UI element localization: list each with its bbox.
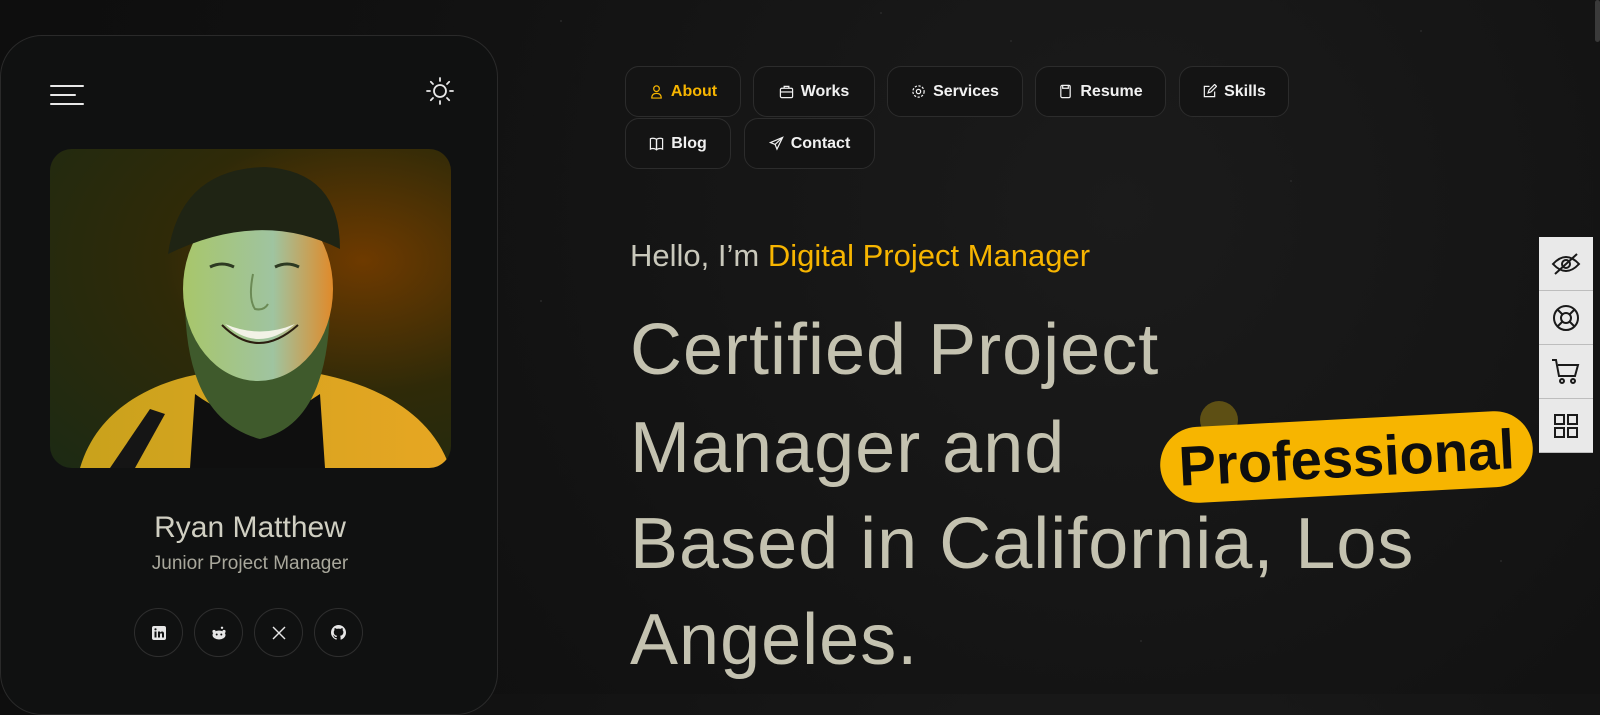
nav-works[interactable]: Works (753, 66, 875, 117)
briefcase-icon (779, 85, 793, 99)
hero-greeting: Hello, I’m Digital Project Manager (630, 238, 1090, 274)
nav-blog-label: Blog (671, 134, 707, 152)
nav-contact[interactable]: Contact (744, 118, 875, 169)
nav-blog[interactable]: Blog (625, 118, 731, 169)
social-links (134, 608, 363, 657)
nav-about[interactable]: About (625, 66, 741, 117)
tool-rail (1539, 237, 1593, 453)
github-icon[interactable] (314, 608, 363, 657)
nav-works-label: Works (800, 82, 850, 100)
document-icon (1060, 84, 1072, 99)
cart-icon[interactable] (1539, 345, 1593, 399)
lifebuoy-icon[interactable] (1539, 291, 1593, 345)
nav-skills-label: Skills (1224, 82, 1266, 100)
x-twitter-icon[interactable] (254, 608, 303, 657)
eye-off-icon[interactable] (1539, 237, 1593, 291)
headline-line-1: Certified Project (630, 310, 1160, 390)
reddit-icon[interactable] (194, 608, 243, 657)
nav-resume-label: Resume (1080, 82, 1143, 100)
nav-contact-label: Contact (790, 134, 851, 152)
nav-skills[interactable]: Skills (1179, 66, 1289, 117)
nav-resume[interactable]: Resume (1035, 66, 1166, 117)
headline-line-4: Angeles. (630, 600, 919, 680)
hero-greeting-text: Hello, I’m (630, 238, 760, 273)
page-scrollbar[interactable] (1595, 0, 1600, 42)
edit-icon (1203, 84, 1218, 98)
headline-line-2: Manager and (630, 408, 1066, 488)
nav-about-label: About (670, 82, 718, 100)
portrait-photo (50, 149, 451, 468)
nav-services[interactable]: Services (887, 66, 1023, 117)
profile-title: Junior Project Manager (151, 553, 349, 574)
profile-card: Ryan Matthew Junior Project Manager (0, 35, 498, 715)
sun-icon[interactable] (425, 76, 455, 106)
menu-icon[interactable] (50, 83, 84, 109)
hero-role: Digital Project Manager (767, 238, 1091, 273)
send-icon (768, 136, 784, 151)
gear-icon (912, 85, 925, 98)
user-icon (651, 85, 662, 99)
linkedin-icon[interactable] (134, 608, 183, 657)
book-icon (650, 137, 664, 151)
nav-services-label: Services (933, 82, 999, 100)
profile-name: Ryan Matthew (154, 511, 346, 544)
grid-icon[interactable] (1539, 399, 1593, 453)
headline-line-3: Based in California, Los (630, 504, 1415, 584)
